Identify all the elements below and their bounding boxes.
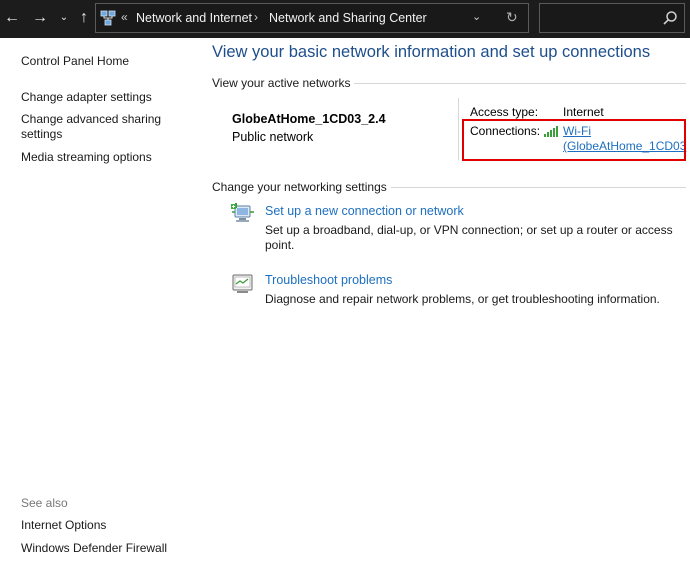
change-advanced-sharing-settings-link[interactable]: Change advanced sharing settings (21, 112, 171, 142)
network-name: GlobeAtHome_1CD03_2.4 (232, 112, 386, 126)
address-toolbar: ← → ⌄ ↑ « Network and Internet › Network… (0, 0, 690, 38)
search-box[interactable] (539, 3, 685, 33)
new-connection-icon[interactable] (231, 203, 255, 225)
change-adapter-settings-link[interactable]: Change adapter settings (21, 90, 152, 105)
breadcrumb-network-and-sharing-center[interactable]: Network and Sharing Center (269, 11, 427, 25)
overflow-chevron-icon[interactable]: « (121, 10, 128, 24)
troubleshoot-problems-link[interactable]: Troubleshoot problems (265, 273, 392, 287)
address-dropdown-icon[interactable]: ⌄ (472, 10, 481, 23)
troubleshoot-icon[interactable] (231, 273, 255, 295)
vertical-divider (458, 98, 459, 160)
forward-arrow-icon[interactable]: → (30, 8, 50, 28)
change-networking-settings-heading: Change your networking settings (212, 180, 387, 194)
media-streaming-options-link[interactable]: Media streaming options (21, 150, 152, 165)
section-divider (354, 83, 686, 84)
search-icon[interactable] (662, 10, 678, 26)
control-panel-home-link[interactable]: Control Panel Home (21, 54, 129, 69)
page-title: View your basic network information and … (212, 43, 651, 61)
refresh-icon[interactable]: ↻ (506, 9, 518, 26)
left-navigation-pane: Control Panel Home Change adapter settin… (0, 38, 200, 565)
access-type-value: Internet (563, 105, 604, 119)
windows-defender-firewall-link[interactable]: Windows Defender Firewall (21, 541, 167, 556)
breadcrumb-network-and-internet[interactable]: Network and Internet (136, 11, 252, 25)
up-arrow-icon[interactable]: ↑ (74, 8, 94, 28)
section-divider (391, 187, 686, 188)
connections-highlight-box (462, 119, 686, 161)
address-bar[interactable]: « Network and Internet › Network and Sha… (95, 3, 529, 33)
back-arrow-icon[interactable]: ← (2, 8, 22, 28)
internet-options-link[interactable]: Internet Options (21, 518, 106, 533)
set-up-new-connection-link[interactable]: Set up a new connection or network (265, 204, 464, 218)
breadcrumb-separator-icon[interactable]: › (254, 10, 258, 24)
recent-locations-chevron-icon[interactable]: ⌄ (54, 8, 74, 28)
troubleshoot-problems-description: Diagnose and repair network problems, or… (265, 292, 660, 306)
set-up-new-connection-description: Set up a broadband, dial-up, or VPN conn… (265, 223, 673, 252)
access-type-label: Access type: (470, 105, 539, 119)
network-category[interactable]: Public network (232, 130, 313, 144)
network-location-icon (100, 10, 116, 26)
see-also-heading: See also (21, 496, 68, 510)
active-networks-heading: View your active networks (212, 76, 351, 90)
